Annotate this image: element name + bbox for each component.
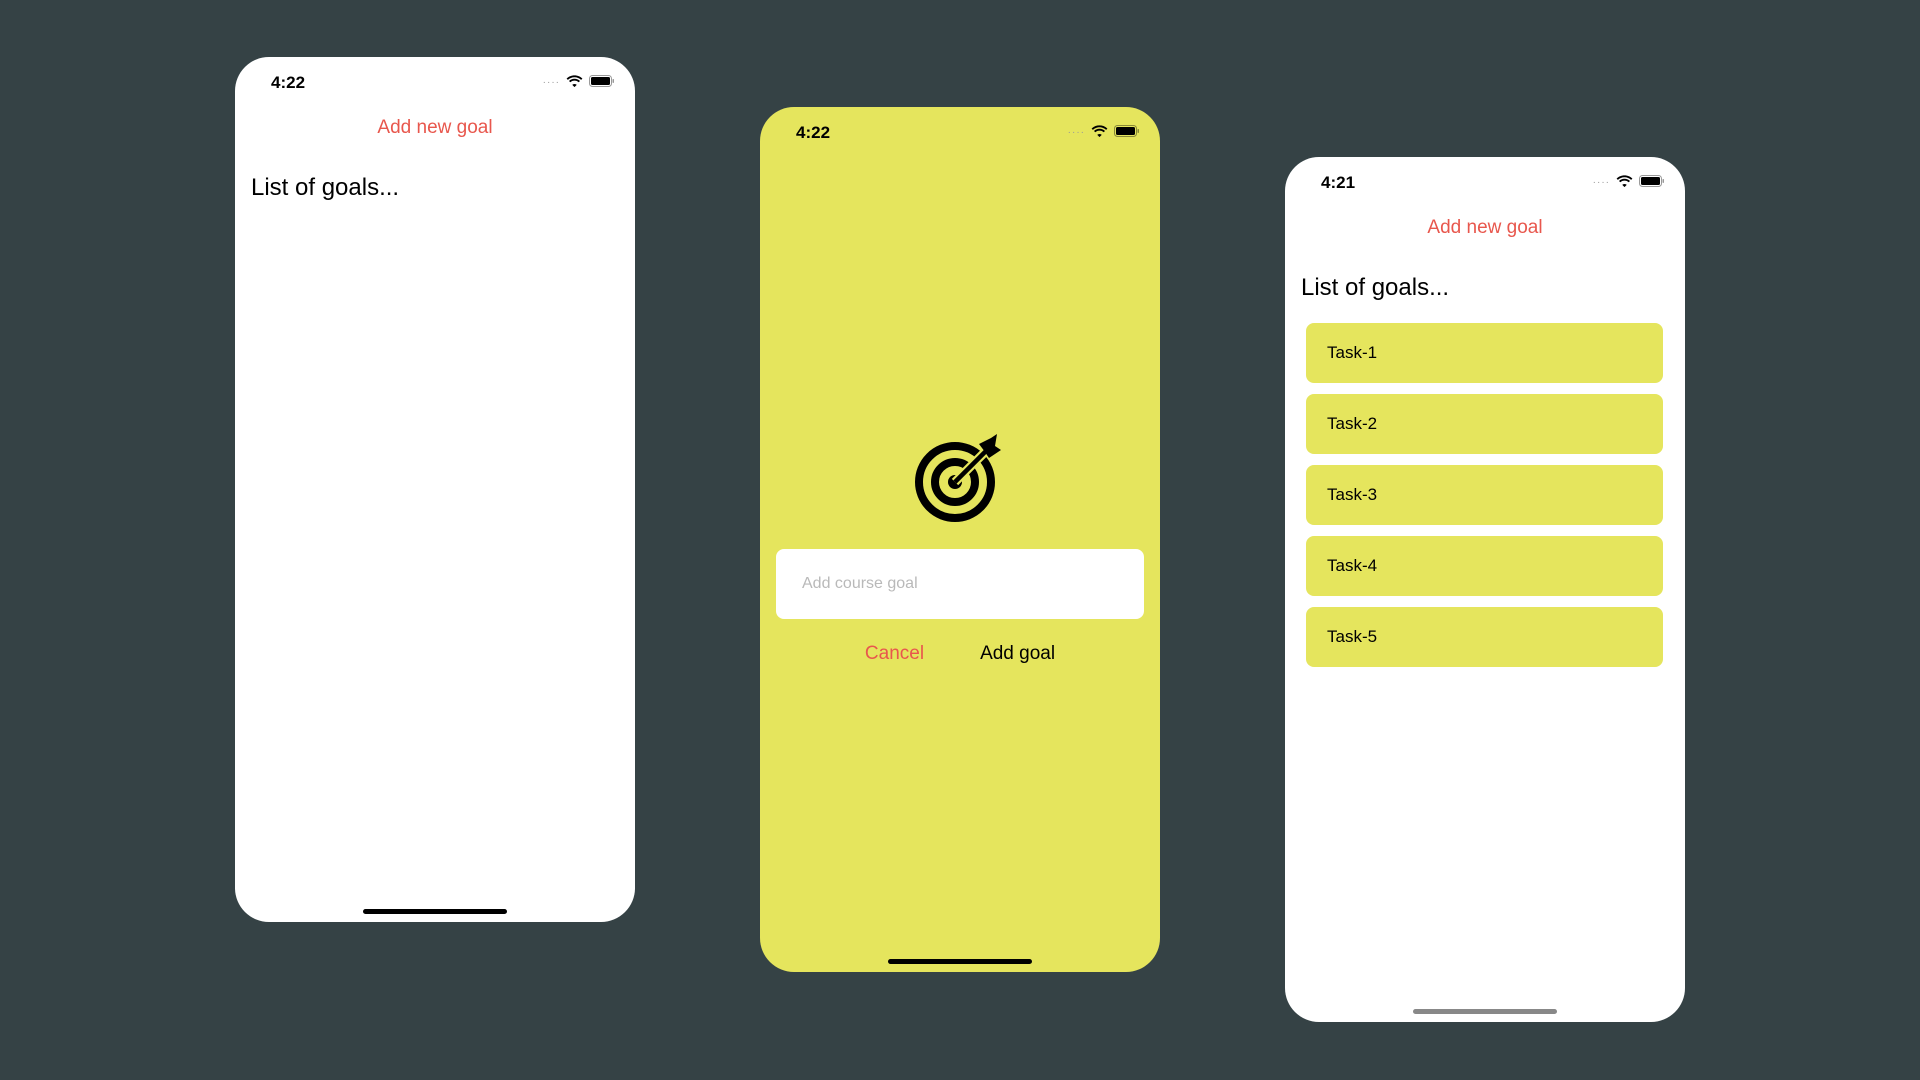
cancel-button[interactable]: Cancel: [865, 643, 924, 665]
battery-icon: [589, 75, 615, 87]
home-indicator[interactable]: [363, 909, 507, 914]
home-indicator[interactable]: [888, 959, 1032, 964]
status-bar: 4:22 ····: [235, 57, 635, 107]
phone-screen-add-goal-modal: 4:22 ···· Cancel Add goal: [760, 107, 1160, 972]
battery-icon: [1114, 125, 1140, 137]
cellular-signal-icon: ····: [1592, 177, 1610, 188]
goal-item[interactable]: Task-5: [1306, 607, 1663, 667]
cellular-signal-icon: ····: [542, 77, 560, 88]
goal-item[interactable]: Task-4: [1306, 536, 1663, 596]
home-indicator[interactable]: [1413, 1009, 1557, 1014]
status-icons: ····: [1593, 174, 1665, 188]
status-icons: ····: [1068, 124, 1140, 138]
list-title: List of goals...: [251, 174, 400, 201]
wifi-icon: [1616, 175, 1633, 187]
status-bar: 4:22 ····: [760, 107, 1160, 157]
goal-item[interactable]: Task-3: [1306, 465, 1663, 525]
list-title: List of goals...: [1301, 274, 1450, 301]
status-time: 4:22: [796, 123, 831, 142]
add-new-goal-button[interactable]: Add new goal: [1285, 217, 1685, 239]
cellular-signal-icon: ····: [1067, 127, 1085, 138]
phone-screen-goal-list: 4:21 ···· Add new goal List of goals... …: [1285, 157, 1685, 1022]
status-bar: 4:21 ····: [1285, 157, 1685, 207]
goal-list: Task-1 Task-2 Task-3 Task-4 Task-5: [1306, 323, 1663, 678]
goal-item[interactable]: Task-1: [1306, 323, 1663, 383]
battery-icon: [1639, 175, 1665, 187]
wifi-icon: [566, 75, 583, 87]
status-icons: ····: [543, 74, 615, 88]
goal-item[interactable]: Task-2: [1306, 394, 1663, 454]
phone-screen-empty-list: 4:22 ···· Add new goal List of goals...: [235, 57, 635, 922]
status-time: 4:21: [1321, 173, 1356, 192]
add-goal-button[interactable]: Add goal: [980, 643, 1055, 665]
modal-button-row: Cancel Add goal: [760, 643, 1160, 665]
add-new-goal-button[interactable]: Add new goal: [235, 117, 635, 139]
target-icon: [915, 432, 1005, 527]
wifi-icon: [1091, 125, 1108, 137]
status-time: 4:22: [271, 73, 306, 92]
course-goal-input[interactable]: [776, 549, 1144, 619]
